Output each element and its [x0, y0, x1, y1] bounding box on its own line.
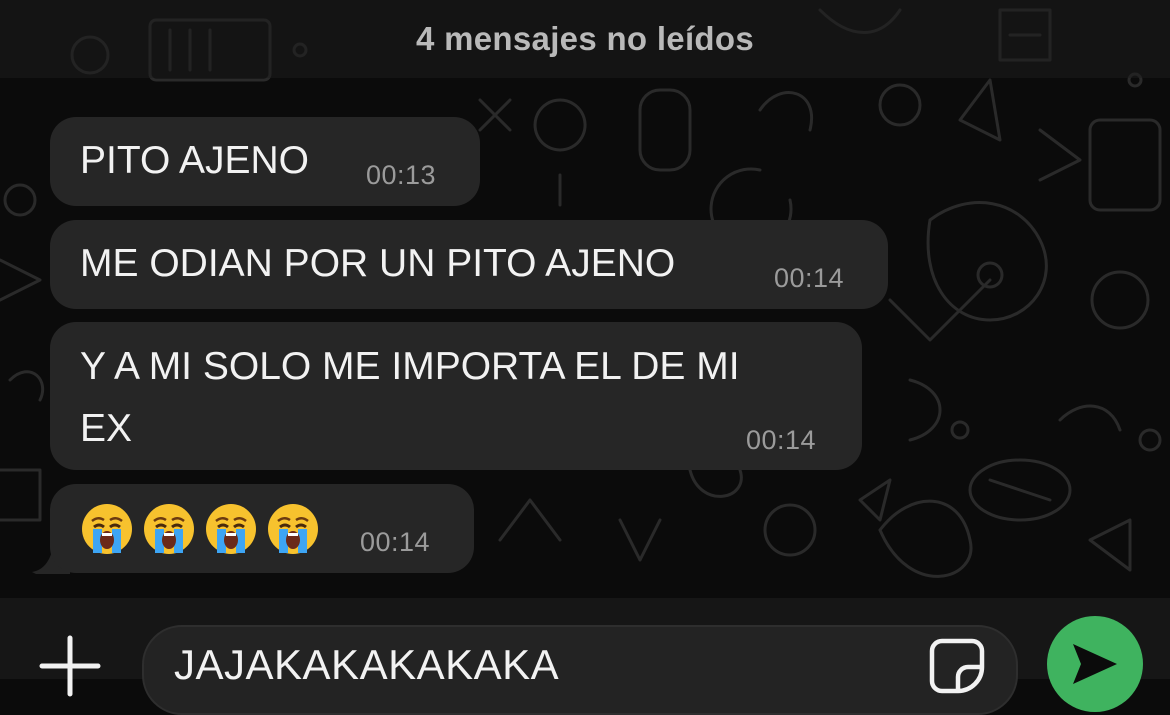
message-timestamp: 00:14 — [774, 263, 845, 293]
message-input[interactable]: JAJAKAKAKAKAKA — [142, 625, 1018, 715]
message-text: Y A MI SOLO ME IMPORTA EL DE MI EX — [80, 345, 740, 450]
plus-icon[interactable] — [38, 634, 102, 698]
loudly-crying-face-icon — [82, 504, 132, 554]
emoji-row — [80, 502, 320, 556]
loudly-crying-face-icon — [206, 504, 256, 554]
message-bubble[interactable]: 00:14 — [50, 484, 474, 573]
send-icon — [1073, 644, 1117, 684]
unread-messages-banner: 4 mensajes no leídos — [0, 0, 1170, 78]
message-timestamp: 00:14 — [746, 425, 817, 455]
message-bubble[interactable]: Y A MI SOLO ME IMPORTA EL DE MI EX 00:14 — [50, 322, 862, 470]
message-timestamp: 00:14 — [360, 527, 431, 557]
message-bubble[interactable]: ME ODIAN POR UN PITO AJENO 00:14 — [50, 220, 888, 309]
message-input-value: JAJAKAKAKAKAKA — [174, 641, 560, 688]
loudly-crying-face-icon — [144, 504, 194, 554]
message-bubble[interactable]: PITO AJENO 00:13 — [50, 117, 480, 206]
message-timestamp: 00:13 — [366, 160, 437, 190]
send-button[interactable] — [1047, 616, 1143, 712]
unread-banner-label: 4 mensajes no leídos — [416, 20, 754, 57]
loudly-crying-face-icon — [268, 504, 318, 554]
message-text: PITO AJENO — [80, 139, 310, 182]
message-text: ME ODIAN POR UN PITO AJENO — [80, 242, 676, 285]
sticker-icon[interactable] — [928, 637, 986, 695]
